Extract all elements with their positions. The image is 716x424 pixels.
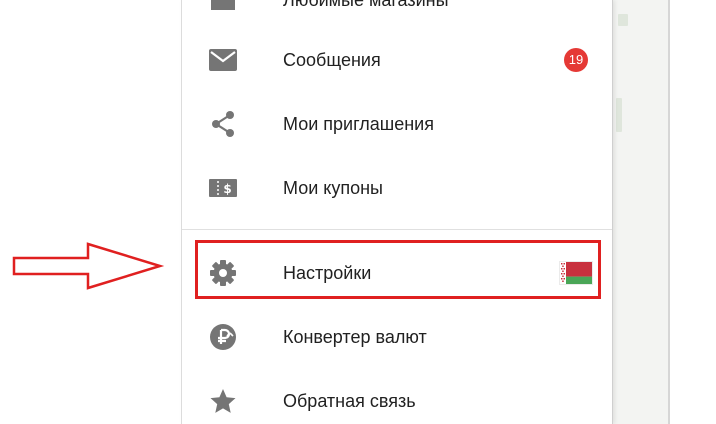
menu-item-label: Мои приглашения (283, 114, 434, 134)
menu-item-my-invitations[interactable]: Мои приглашения (182, 92, 612, 156)
menu-item-settings[interactable]: Настройки (182, 241, 612, 305)
store-icon (208, 0, 238, 14)
svg-text:$: $ (223, 182, 231, 196)
menu-item-label: Обратная связь (283, 391, 416, 411)
unread-count-badge: 19 (564, 48, 588, 72)
navigation-drawer: Любимые магазины Сообщения 19 Мои пригла… (181, 0, 613, 424)
currency-converter-icon (208, 323, 238, 351)
coupon-icon: $ (208, 174, 238, 202)
menu-item-my-coupons[interactable]: $ Мои купоны (182, 156, 612, 220)
menu-item-label: Конвертер валют (283, 327, 427, 347)
background-decoration (616, 98, 622, 132)
background-decoration (618, 14, 628, 26)
share-icon (208, 110, 238, 138)
annotation-arrow (12, 242, 165, 290)
menu-item-currency-converter[interactable]: Конвертер валют (182, 305, 612, 369)
mail-icon (208, 46, 238, 74)
background-content (612, 0, 670, 424)
menu-item-label: Сообщения (283, 50, 381, 70)
menu-divider (182, 229, 612, 230)
menu-item-label: Настройки (283, 263, 372, 283)
menu-item-feedback[interactable]: Обратная связь (182, 369, 612, 424)
background-frame-edge (668, 0, 670, 424)
gear-icon (208, 259, 238, 287)
menu-item-label: Мои купоны (283, 178, 383, 198)
star-icon (208, 387, 238, 415)
menu-item-messages[interactable]: Сообщения 19 (182, 28, 612, 92)
belarus-flag-icon (560, 262, 592, 284)
